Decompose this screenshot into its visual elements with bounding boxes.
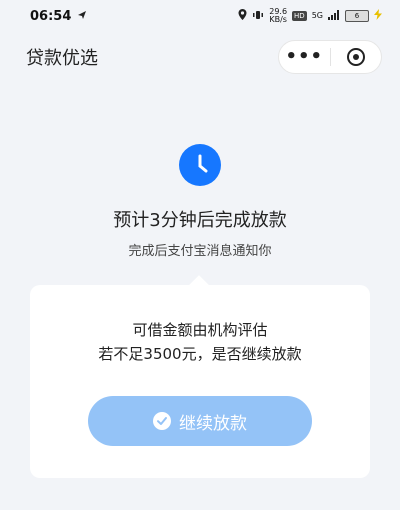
location-arrow-icon	[77, 9, 87, 24]
status-bar: 06:54 29.6 KB/s HD 5G 6	[0, 0, 400, 32]
hd-badge: HD	[292, 11, 307, 21]
continue-loan-label: 继续放款	[179, 413, 247, 434]
continue-loan-button[interactable]: 继续放款	[88, 396, 312, 446]
charging-bolt-icon	[374, 9, 382, 23]
clock-icon	[179, 144, 221, 186]
network-speed-unit: KB/s	[269, 15, 287, 24]
loan-headline: 预计3分钟后完成放款	[113, 210, 287, 231]
more-button[interactable]: •••	[279, 48, 330, 66]
nav-header: 贷款优选 •••	[0, 32, 400, 82]
status-time: 06:54	[30, 8, 72, 24]
check-circle-icon	[153, 412, 171, 430]
signal-label: 5G	[311, 11, 323, 20]
page-title: 贷款优选	[26, 48, 98, 69]
miniapp-capsule: •••	[278, 40, 382, 74]
close-button[interactable]	[331, 48, 382, 66]
notification-note: 完成后支付宝消息通知你	[128, 244, 272, 259]
status-right: 29.6 KB/s HD 5G 6	[238, 8, 382, 24]
close-target-icon	[346, 48, 365, 66]
status-left: 06:54	[30, 9, 87, 24]
location-pin-icon	[238, 9, 247, 23]
battery-level: 6	[354, 12, 360, 20]
assessment-card: 可借金额由机构评估 若不足3500元，是否继续放款 继续放款	[30, 285, 370, 478]
card-line-1: 可借金额由机构评估	[132, 321, 268, 339]
battery-icon: 6	[345, 10, 369, 22]
signal-bars-icon	[328, 9, 340, 23]
vibrate-icon	[252, 10, 264, 23]
network-speed: 29.6 KB/s	[269, 8, 287, 24]
card-line-2: 若不足3500元，是否继续放款	[98, 345, 302, 363]
